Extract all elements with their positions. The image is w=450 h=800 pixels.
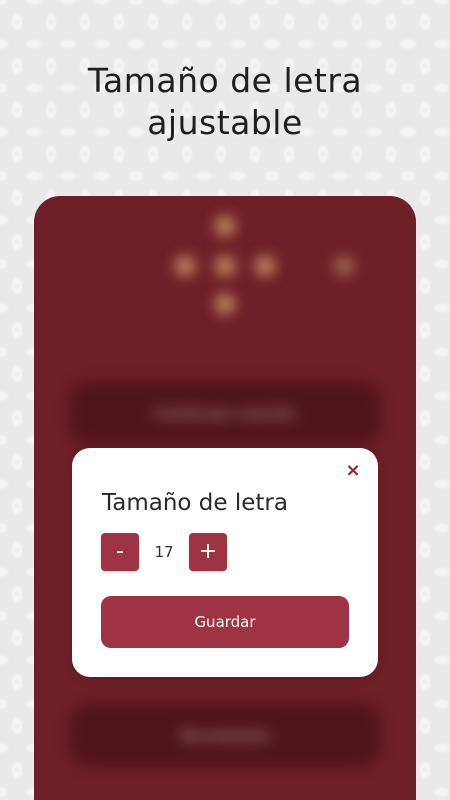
news-label: Novedades [180, 725, 270, 745]
news-button: Novedades [70, 704, 380, 766]
save-button[interactable]: Guardar [101, 596, 349, 648]
continue-prayer-label: Continuar oración [153, 403, 297, 423]
headline-line-2: ajustable [147, 103, 303, 142]
decrease-font-button[interactable]: - [101, 533, 139, 571]
cross-ornament-dot [215, 216, 235, 236]
cross-ornament-dot [255, 256, 275, 276]
font-size-dialog: × Tamaño de letra - 17 + Guardar [72, 448, 378, 677]
dialog-title: Tamaño de letra [102, 490, 288, 516]
menu-dot [334, 256, 354, 276]
font-size-stepper: - 17 + [101, 533, 227, 571]
font-size-value: 17 [154, 543, 174, 561]
cross-ornament-dot [215, 294, 235, 314]
close-icon[interactable]: × [344, 462, 362, 480]
promo-headline: Tamaño de letra ajustable [0, 60, 450, 144]
cross-ornament-dot [175, 256, 195, 276]
increase-font-button[interactable]: + [189, 533, 227, 571]
headline-line-1: Tamaño de letra [87, 61, 363, 100]
continue-prayer-button: Continuar oración [70, 382, 380, 444]
cross-ornament-dot [215, 256, 235, 276]
